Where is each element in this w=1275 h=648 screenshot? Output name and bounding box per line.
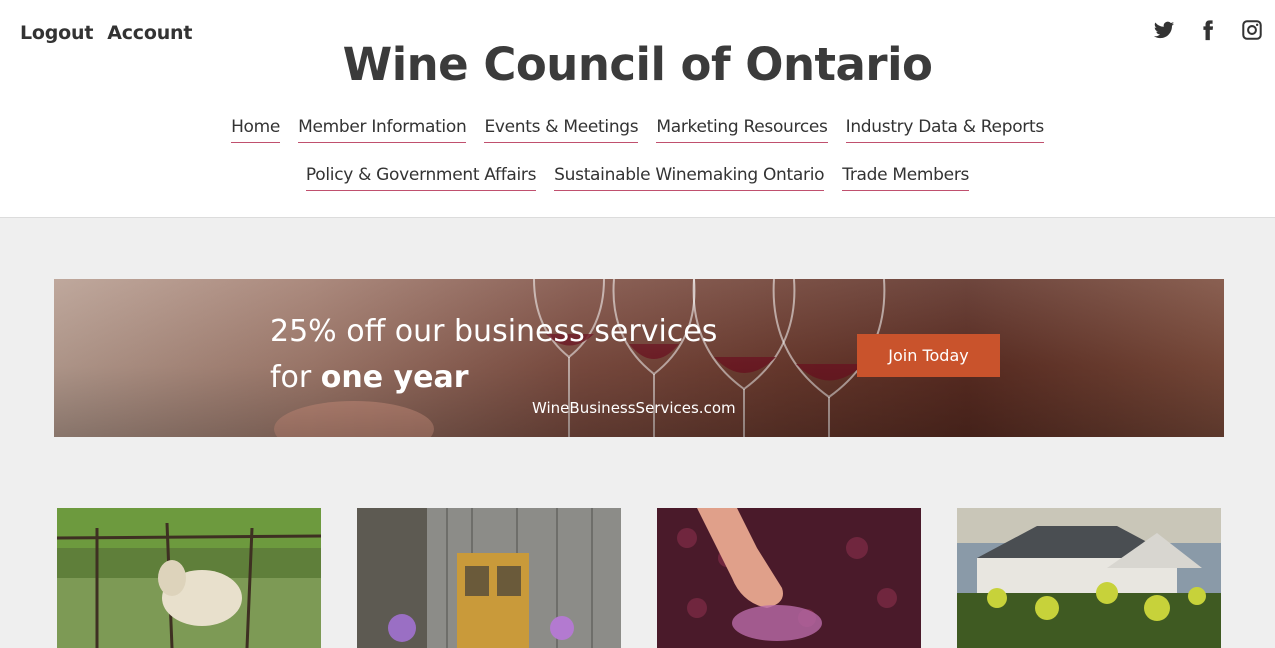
- nav-industry-data-reports[interactable]: Industry Data & Reports: [845, 117, 1044, 143]
- nav-trade-members[interactable]: Trade Members: [842, 165, 969, 191]
- card-winery-building[interactable]: [957, 508, 1221, 648]
- sheep-vineyard-image: [57, 508, 321, 648]
- card-grape-crush[interactable]: [657, 508, 921, 648]
- join-today-button[interactable]: Join Today: [857, 334, 1000, 377]
- promo-line-2-bold: one year: [320, 360, 469, 395]
- winery-building-image: [957, 508, 1221, 648]
- grape-crush-image: [657, 508, 921, 648]
- nav-home[interactable]: Home: [231, 117, 280, 143]
- nav-member-information[interactable]: Member Information: [298, 117, 467, 143]
- barn-door-image: [357, 508, 621, 648]
- main-nav-row-1: Home Member Information Events & Meeting…: [0, 117, 1275, 143]
- card-barn-door[interactable]: [357, 508, 621, 648]
- site-header: Logout Account Wine Council of Ontario H…: [0, 0, 1275, 218]
- card-sheep-vineyard[interactable]: [57, 508, 321, 648]
- promo-line-2-prefix: for: [270, 360, 321, 395]
- nav-marketing-resources[interactable]: Marketing Resources: [656, 117, 828, 143]
- promo-banner[interactable]: 25% off our business services for one ye…: [54, 279, 1224, 437]
- nav-policy-government-affairs[interactable]: Policy & Government Affairs: [305, 165, 536, 191]
- promo-url: WineBusinessServices.com: [532, 399, 736, 417]
- promo-text: 25% off our business services for one ye…: [270, 309, 717, 401]
- nav-sustainable-winemaking-ontario[interactable]: Sustainable Winemaking Ontario: [554, 165, 825, 191]
- nav-events-meetings[interactable]: Events & Meetings: [484, 117, 639, 143]
- site-title[interactable]: Wine Council of Ontario: [0, 38, 1275, 91]
- promo-line-1: 25% off our business services: [270, 314, 718, 349]
- main-nav-row-2: Policy & Government Affairs Sustainable …: [0, 165, 1275, 191]
- promo-line-2: for one year: [270, 355, 717, 401]
